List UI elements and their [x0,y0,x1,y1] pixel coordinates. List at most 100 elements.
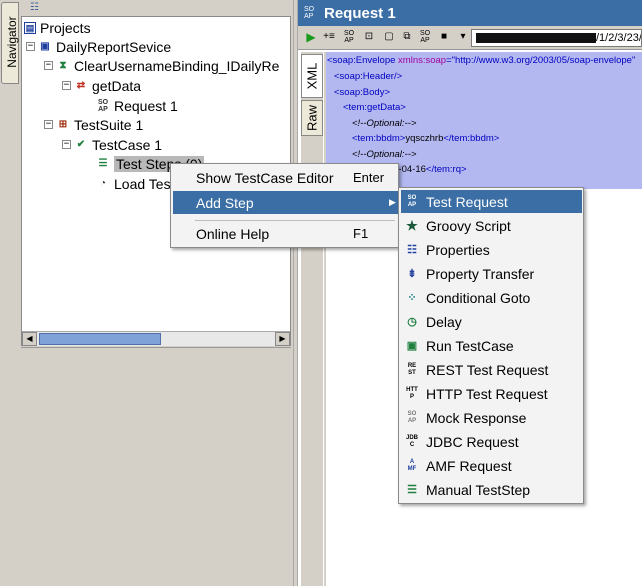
submenu-item-amf-request[interactable]: A MF AMF Request [401,454,582,477]
submenu-item-mock-response[interactable]: SO AP Mock Response [401,406,582,429]
submenu-item-rest-test-request[interactable]: RE ST REST Test Request [401,358,582,381]
editor-title: Request 1 [324,4,396,22]
navigator-tab[interactable]: Navigator [1,2,19,84]
tree-item-label: TestCase 1 [92,136,163,153]
menu-item-online-help[interactable]: Online Help F1 [173,222,398,245]
property-transfer-icon: ⇟ [407,267,417,280]
context-menu: Show TestCase Editor Enter Add Step ▶ On… [170,163,399,248]
collapse-icon[interactable]: − [62,140,71,149]
properties-panel [21,347,291,586]
xml-line: <soap:Body> [334,87,390,98]
tree-item-testsuite[interactable]: − ⊞ TestSuite 1 [44,115,143,134]
testsuite-icon: ⊞ [58,118,68,130]
tree-item-label: Projects [40,19,91,36]
add-step-submenu: SO AP Test Request ★ Groovy Script ☷ Prop… [398,187,584,504]
editor-title-bar: SO AP Request 1 [298,0,642,26]
submenu-arrow-icon: ▶ [389,197,396,207]
xml-line: <soap:Header/> [334,71,403,82]
soap-request-icon: SO AP [304,6,315,20]
scroll-right-icon[interactable]: ▶ [275,332,290,346]
run-icon[interactable]: ▶ [304,30,318,44]
tree-item-label: TestSuite 1 [74,116,144,133]
stop-icon[interactable]: ■ [437,30,451,44]
project-icon: ▣ [40,40,50,52]
xml-line: <tem:bbdm>yqsczhrb</tem:bbdm> [352,133,500,144]
tree-item-label: Request 1 [114,97,178,114]
submenu-item-conditional-goto[interactable]: ⁘ Conditional Goto [401,286,582,309]
testcase-icon: ✔ [76,138,86,150]
soap-request-icon: SO AP [97,98,109,113]
collapse-all-icon[interactable]: ☷ [30,2,39,13]
tab-raw[interactable]: Raw [301,100,323,136]
tab-raw-label: Raw [304,104,320,132]
menu-item-add-step[interactable]: Add Step ▶ [173,191,398,214]
editor-side-tabs: XML Raw [301,52,323,586]
run-testcase-icon: ▣ [406,339,418,352]
collapse-icon[interactable]: − [44,61,53,70]
endpoint-text: /1/2/3/23/0/3/3/3/3/ [596,32,642,44]
projects-icon: ▤ [24,21,36,34]
tree-item-project[interactable]: − ▣ DailyReportSevice [26,37,171,56]
tree-item-loadtests[interactable]: ◔ Load Tes [96,174,171,193]
soap-icon[interactable]: SO AP [342,30,356,44]
submenu-item-run-testcase[interactable]: ▣ Run TestCase [401,334,582,357]
groovy-star-icon: ★ [406,217,418,233]
redacted-block [476,33,596,44]
collapse-icon[interactable]: − [26,42,35,51]
rest-icon: RE ST [407,362,417,376]
clock-icon: ◷ [407,315,417,328]
scrollbar-thumb[interactable] [39,333,161,345]
dropdown-icon[interactable]: ▾ [456,30,470,44]
tree-item-label: ClearUsernameBinding_IDailyRe [74,57,280,74]
tree-horizontal-scrollbar[interactable]: ◀ ▶ [22,331,290,346]
submenu-item-http-test-request[interactable]: HTT P HTTP Test Request [401,382,582,405]
navigator-tab-label: Navigator [5,16,19,68]
add-assertion-icon[interactable]: +≡ [322,30,336,44]
submenu-item-delay[interactable]: ◷ Delay [401,310,582,333]
tree-toolbar: ☷ [22,0,290,15]
teststeps-icon: ☰ [98,157,108,169]
amf-icon: A MF [407,458,417,472]
manual-teststep-icon: ☰ [407,483,417,496]
menu-separator [195,220,395,221]
collapse-icon[interactable]: − [44,120,53,129]
tab-xml[interactable]: XML [301,54,323,98]
tab-xml-label: XML [304,62,320,90]
editor-toolbar: ▶ +≡ SOAP ⊡ ▢ ⧉ SOAP ■ ▾ /1/2/3/23/0/3/3… [298,26,642,50]
copy-icon[interactable]: ⧉ [400,30,414,44]
submenu-item-properties[interactable]: ☷ Properties [401,238,582,261]
collapse-icon[interactable]: − [62,81,71,90]
submenu-item-groovy-script[interactable]: ★ Groovy Script [401,214,582,237]
tree-item-label: getData [92,77,142,94]
navigator-strip: Navigator [0,0,20,586]
tree-item-projects[interactable]: ▤ Projects [24,18,91,37]
tree-item-operation[interactable]: − ⇄ getData [62,76,141,95]
tree-item-label: Load Tes [114,175,171,192]
jdbc-icon: JDB C [405,434,418,448]
soap-request-icon: SO AP [407,194,417,208]
tree-item-interface[interactable]: − ⧗ ClearUsernameBinding_IDailyRe [44,56,279,75]
format-icon[interactable]: ⊡ [362,30,376,44]
tree-item-testcase[interactable]: − ✔ TestCase 1 [62,135,162,154]
submenu-item-manual-teststep[interactable]: ☰ Manual TestStep [401,478,582,501]
tree-item-request[interactable]: SO AP Request 1 [96,96,178,115]
interface-icon: ⧗ [59,59,67,71]
submenu-item-test-request[interactable]: SO AP Test Request [401,190,582,213]
submenu-item-property-transfer[interactable]: ⇟ Property Transfer [401,262,582,285]
xml-comment: <!--Optional:--> [352,118,417,129]
scroll-left-icon[interactable]: ◀ [22,332,37,346]
endpoint-select[interactable]: /1/2/3/23/0/3/3/3/3/ [471,29,642,47]
conditional-goto-icon: ⁘ [407,291,417,304]
tree-item-label: DailyReportSevice [56,38,172,55]
xml-line: <tem:getData> [343,102,406,113]
loadtest-icon: ◔ [99,177,107,189]
http-icon: HTT P [406,386,418,400]
operation-icon: ⇄ [76,79,86,91]
wsdl-icon[interactable]: SO AP [418,30,432,44]
clone-icon[interactable]: ▢ [382,30,396,44]
submenu-item-jdbc-request[interactable]: JDB C JDBC Request [401,430,582,453]
xml-line: <soap:Envelope xmlns:soap="http://www.w3… [327,55,636,66]
properties-icon: ☷ [407,243,417,256]
xml-comment: <!--Optional:--> [352,149,417,160]
menu-item-show-testcase-editor[interactable]: Show TestCase Editor Enter [173,166,398,189]
